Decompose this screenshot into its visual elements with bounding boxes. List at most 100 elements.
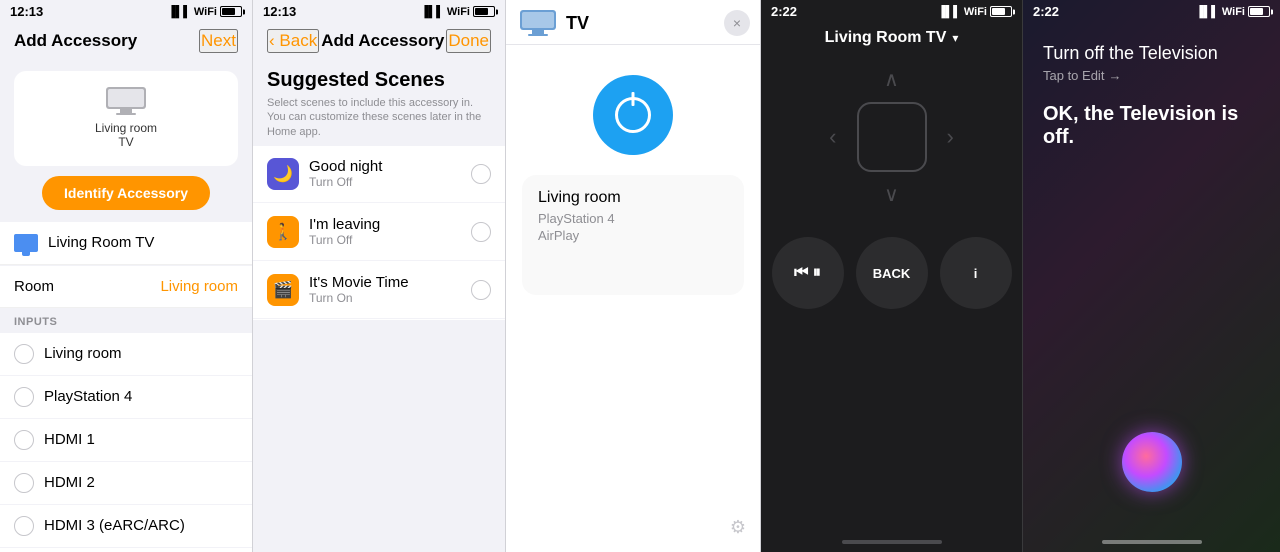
- siri-animation: [1122, 432, 1182, 492]
- panel4-nav: Living Room TV ▾: [761, 23, 1022, 57]
- right-arrow-icon[interactable]: ›: [947, 124, 954, 150]
- status-bar-5: 2:22 ▐▌▌ WiFi: [1023, 0, 1280, 23]
- scene-radio-good-night[interactable]: [471, 164, 491, 184]
- wifi-icon-5: WiFi: [1222, 6, 1245, 18]
- radio-hdmi1[interactable]: [14, 430, 34, 450]
- up-arrow-icon[interactable]: ∧: [884, 67, 899, 92]
- scene-radio-movie[interactable]: [471, 280, 491, 300]
- input-item-ps4[interactable]: PlayStation 4: [0, 376, 252, 419]
- signal-icon-5: ▐▌▌: [1195, 6, 1218, 18]
- input-room: Living room: [538, 189, 728, 207]
- status-icons-5: ▐▌▌ WiFi: [1195, 6, 1270, 18]
- scene-movie-time[interactable]: 🎬 It's Movie Time Turn On: [253, 262, 505, 319]
- play-pause-button[interactable]: ⏮ ⏸: [772, 237, 844, 309]
- accessory-label-1: Living room TV: [95, 121, 157, 150]
- power-area: [506, 45, 760, 175]
- home-indicator-4: [761, 532, 1022, 552]
- status-bar-1: 12:13 ▐▌▌ WiFi: [0, 0, 252, 23]
- scenes-title: Suggested Scenes: [267, 69, 491, 92]
- settings-icon[interactable]: ⚙: [730, 517, 746, 537]
- arrow-right-icon: →: [1108, 68, 1121, 83]
- next-button[interactable]: Next: [199, 29, 238, 53]
- input-item-living-room[interactable]: Living room: [0, 333, 252, 376]
- status-bar-2: 12:13 ▐▌▌ WiFi: [253, 0, 505, 23]
- nav-center-button[interactable]: [857, 102, 927, 172]
- input-item-hdmi4[interactable]: HDMI 4: [0, 548, 252, 552]
- down-arrow-icon[interactable]: ∨: [884, 182, 899, 207]
- scene-action-movie: Turn On: [309, 291, 461, 305]
- radio-living-room[interactable]: [14, 344, 34, 364]
- siri-command-text: Turn off the Television: [1043, 43, 1260, 64]
- remote-buttons: ⏮ ⏸ BACK i: [772, 237, 1012, 309]
- movie-icon: 🎬: [267, 274, 299, 306]
- power-button[interactable]: [593, 75, 673, 155]
- left-arrow-icon[interactable]: ‹: [829, 124, 836, 150]
- status-time-4: 2:22: [771, 4, 797, 19]
- close-button[interactable]: ×: [724, 10, 750, 36]
- chevron-down-icon[interactable]: ▾: [952, 31, 958, 45]
- chevron-left-icon: ‹: [269, 31, 275, 50]
- input-item-hdmi1[interactable]: HDMI 1: [0, 419, 252, 462]
- scene-action-leaving: Turn Off: [309, 233, 461, 247]
- home-bar-4: [842, 540, 942, 544]
- status-icons-4: ▐▌▌ WiFi: [937, 6, 1012, 18]
- tv-icon-large: [106, 87, 146, 115]
- radio-ps4[interactable]: [14, 387, 34, 407]
- done-button[interactable]: Done: [446, 29, 491, 53]
- scene-radio-leaving[interactable]: [471, 222, 491, 242]
- wifi-icon-1: WiFi: [194, 6, 217, 18]
- wifi-icon-2: WiFi: [447, 6, 470, 18]
- input-selector[interactable]: Living room PlayStation 4 AirPlay: [522, 175, 744, 295]
- status-icons-1: ▐▌▌ WiFi: [167, 6, 242, 18]
- nav-bar-1: Add Accessory Next: [0, 23, 252, 61]
- back-button[interactable]: ‹ Back: [267, 29, 319, 53]
- siri-tap-to-edit[interactable]: Tap to Edit →: [1043, 68, 1260, 83]
- battery-icon-5: [1248, 6, 1270, 17]
- room-label: Room: [14, 278, 54, 295]
- battery-icon-1: [220, 6, 242, 17]
- battery-icon-2: [473, 6, 495, 17]
- remote-area: ∧ ‹ › ∨ ⏮ ⏸ BACK i: [761, 57, 1022, 532]
- scene-name-good-night: Good night: [309, 158, 461, 175]
- radio-hdmi3[interactable]: [14, 516, 34, 536]
- home-indicator-5: [1023, 540, 1280, 544]
- scene-text-leaving: I'm leaving Turn Off: [309, 216, 461, 247]
- signal-icon-2: ▐▌▌: [420, 6, 443, 18]
- siri-glow-ball: [1122, 432, 1182, 492]
- power-line: [632, 92, 635, 106]
- panel1-content: Living room TV Identify Accessory Living…: [0, 61, 252, 552]
- inputs-section-label: INPUTS: [0, 308, 252, 332]
- room-row[interactable]: Room Living room: [0, 266, 252, 308]
- room-value: Living room: [160, 278, 238, 295]
- power-icon: [615, 97, 651, 133]
- nav-title-1: Add Accessory: [14, 31, 137, 51]
- scenes-desc: Select scenes to include this accessory …: [267, 96, 491, 139]
- status-time-1: 12:13: [10, 4, 43, 19]
- input-item-hdmi3[interactable]: HDMI 3 (eARC/ARC): [0, 505, 252, 548]
- scenes-header: Suggested Scenes Select scenes to includ…: [253, 61, 505, 145]
- input-airplay: AirPlay: [538, 228, 728, 243]
- back-remote-button[interactable]: BACK: [856, 237, 928, 309]
- leave-icon: 🚶: [267, 216, 299, 248]
- status-icons-2: ▐▌▌ WiFi: [420, 6, 495, 18]
- input-item-hdmi2[interactable]: HDMI 2: [0, 462, 252, 505]
- scene-action-good-night: Turn Off: [309, 175, 461, 189]
- panel3-header: TV ×: [506, 0, 760, 45]
- scene-name-movie: It's Movie Time: [309, 274, 461, 291]
- home-bar-5: [1102, 540, 1202, 544]
- scene-text-good-night: Good night Turn Off: [309, 158, 461, 189]
- scene-leaving[interactable]: 🚶 I'm leaving Turn Off: [253, 204, 505, 261]
- signal-icon-1: ▐▌▌: [167, 6, 190, 18]
- identify-accessory-button[interactable]: Identify Accessory: [42, 176, 210, 210]
- panel-add-accessory-scenes: 12:13 ▐▌▌ WiFi ‹ Back Add Accessory Done…: [253, 0, 506, 552]
- panel-tv-remote: 2:22 ▐▌▌ WiFi Living Room TV ▾ ∧ ‹ › ∨ ⏮…: [761, 0, 1023, 552]
- nav-middle: ‹ ›: [829, 102, 954, 172]
- input-ps4: PlayStation 4: [538, 211, 728, 226]
- panel-tv-control: TV × Living room PlayStation 4 AirPlay ⚙: [506, 0, 761, 552]
- radio-hdmi2[interactable]: [14, 473, 34, 493]
- info-button[interactable]: i: [940, 237, 1012, 309]
- accessory-card: Living room TV: [14, 71, 238, 166]
- panel-add-accessory-setup: 12:13 ▐▌▌ WiFi Add Accessory Next Living…: [0, 0, 253, 552]
- scene-good-night[interactable]: 🌙 Good night Turn Off: [253, 146, 505, 203]
- scene-name-leaving: I'm leaving: [309, 216, 461, 233]
